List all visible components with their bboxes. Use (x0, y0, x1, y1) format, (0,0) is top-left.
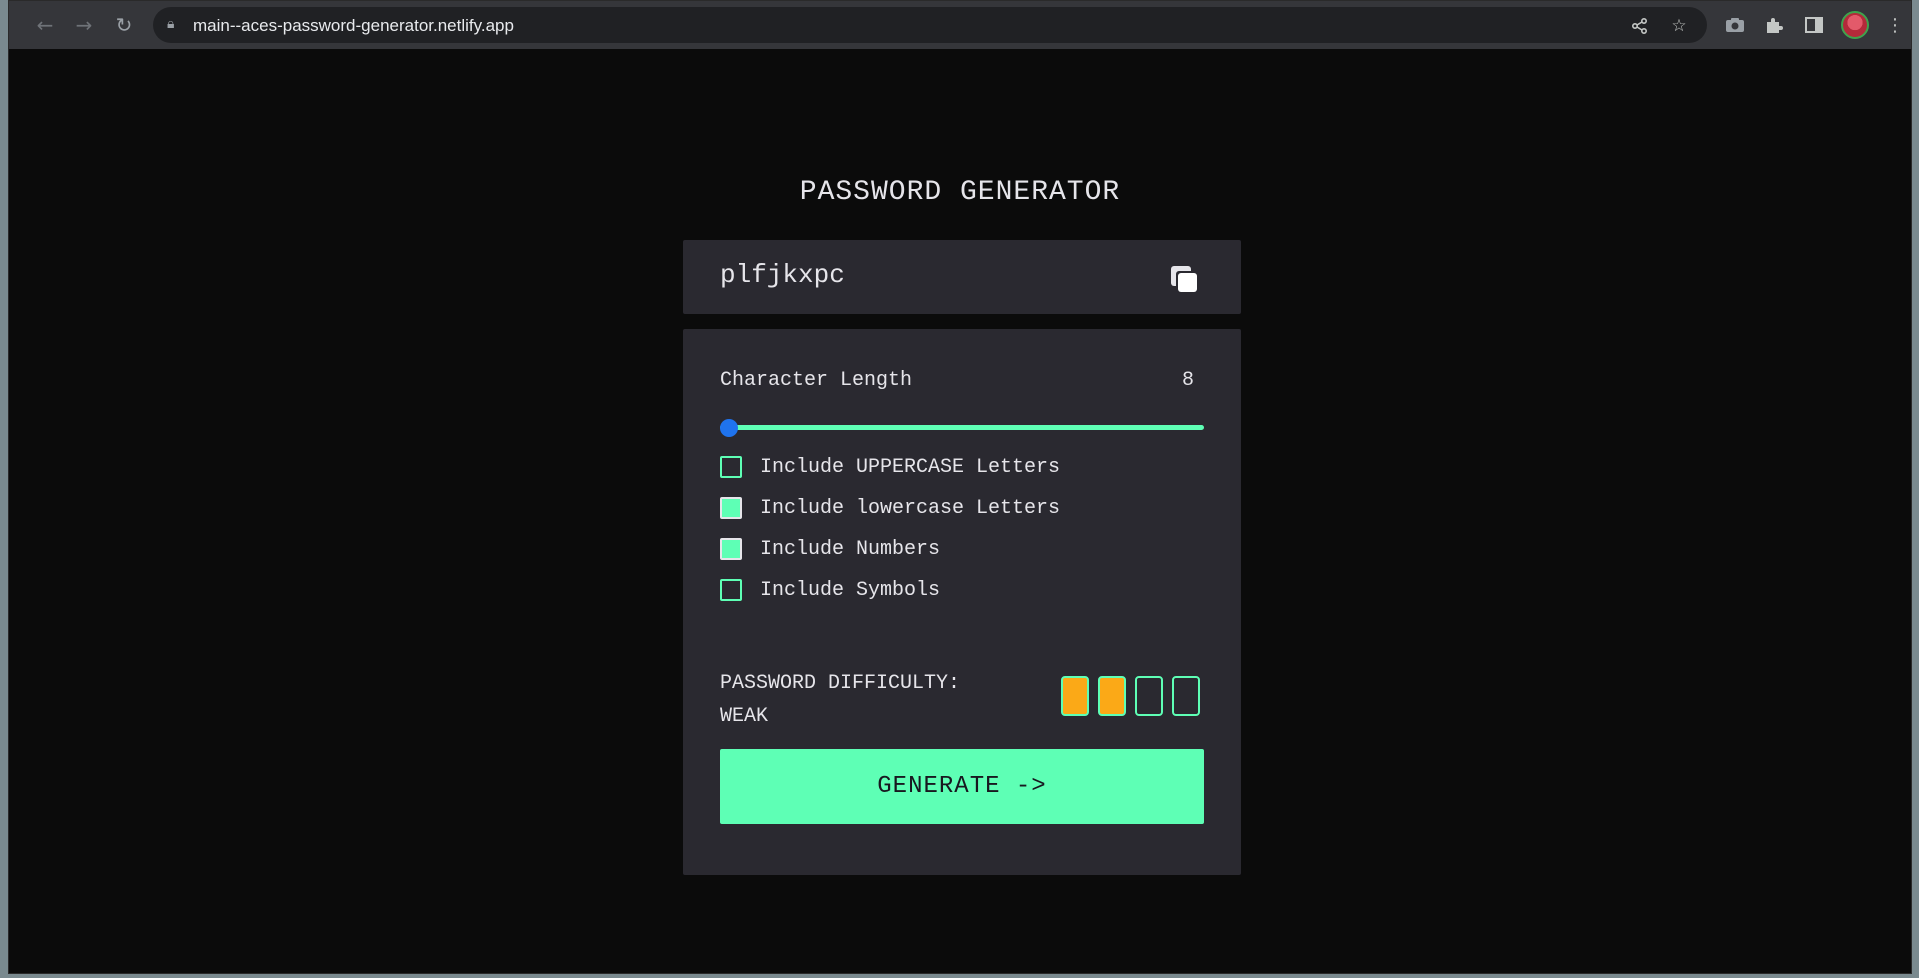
option-symbols[interactable]: Include Symbols (720, 577, 940, 603)
option-label: Include UPPERCASE Letters (760, 455, 1061, 479)
numbers-checkbox[interactable] (720, 538, 742, 560)
copy-icon[interactable] (1169, 264, 1199, 294)
browser-window: ← → ↻ 🔒︎ main--aces-password-generator.n… (8, 0, 1912, 974)
address-bar[interactable]: 🔒︎ main--aces-password-generator.netlify… (153, 7, 1707, 43)
browser-toolbar: ← → ↻ 🔒︎ main--aces-password-generator.n… (9, 1, 1911, 49)
camera-icon[interactable] (1721, 11, 1749, 39)
more-vert-icon[interactable]: ⋮ (1881, 11, 1909, 39)
generate-button[interactable]: GENERATE -> (720, 749, 1204, 824)
difficulty-meter (1061, 676, 1209, 716)
sidebar-icon[interactable] (1800, 11, 1828, 39)
arrow-left-icon[interactable]: ← (31, 11, 59, 39)
length-label: Character Length (720, 369, 913, 392)
password-output: plfjkxpc (683, 240, 1241, 314)
length-slider[interactable] (720, 419, 1204, 437)
difficulty-bar (1061, 676, 1089, 716)
option-label: Include Numbers (760, 537, 941, 561)
slider-thumb[interactable] (720, 419, 738, 437)
avatar[interactable] (1841, 11, 1869, 39)
share-icon[interactable] (1629, 15, 1651, 37)
option-lowercase[interactable]: Include lowercase Letters (720, 495, 1060, 521)
difficulty-heading: PASSWORD DIFFICULTY: (720, 672, 961, 695)
puzzle-icon[interactable] (1760, 11, 1788, 39)
option-uppercase[interactable]: Include UPPERCASE Letters (720, 454, 1060, 480)
option-label: Include Symbols (760, 578, 941, 602)
difficulty-bar (1135, 676, 1163, 716)
settings-panel: Character Length 8 Include UPPERCASE Let… (683, 329, 1241, 875)
difficulty-value: WEAK (720, 705, 769, 728)
uppercase-checkbox[interactable] (720, 456, 742, 478)
difficulty-bar (1098, 676, 1126, 716)
reload-icon[interactable]: ↻ (110, 11, 138, 39)
page-title: PASSWORD GENERATOR (799, 177, 1121, 208)
arrow-right-icon[interactable]: → (70, 11, 98, 39)
lowercase-checkbox[interactable] (720, 497, 742, 519)
length-value: 8 (1181, 369, 1194, 392)
star-icon[interactable]: ☆ (1668, 15, 1690, 37)
difficulty-bar (1172, 676, 1200, 716)
symbols-checkbox[interactable] (720, 579, 742, 601)
difficulty-label: PASSWORD DIFFICULTY: WEAK (720, 667, 1020, 733)
password-text: plfjkxpc (720, 260, 845, 290)
lock-icon: 🔒︎ (167, 16, 175, 32)
option-label: Include lowercase Letters (760, 496, 1061, 520)
slider-track (720, 425, 1204, 430)
option-numbers[interactable]: Include Numbers (720, 536, 940, 562)
app-root: PASSWORD GENERATOR plfjkxpc Character Le… (9, 49, 1911, 973)
url-text[interactable]: main--aces-password-generator.netlify.ap… (193, 16, 514, 36)
